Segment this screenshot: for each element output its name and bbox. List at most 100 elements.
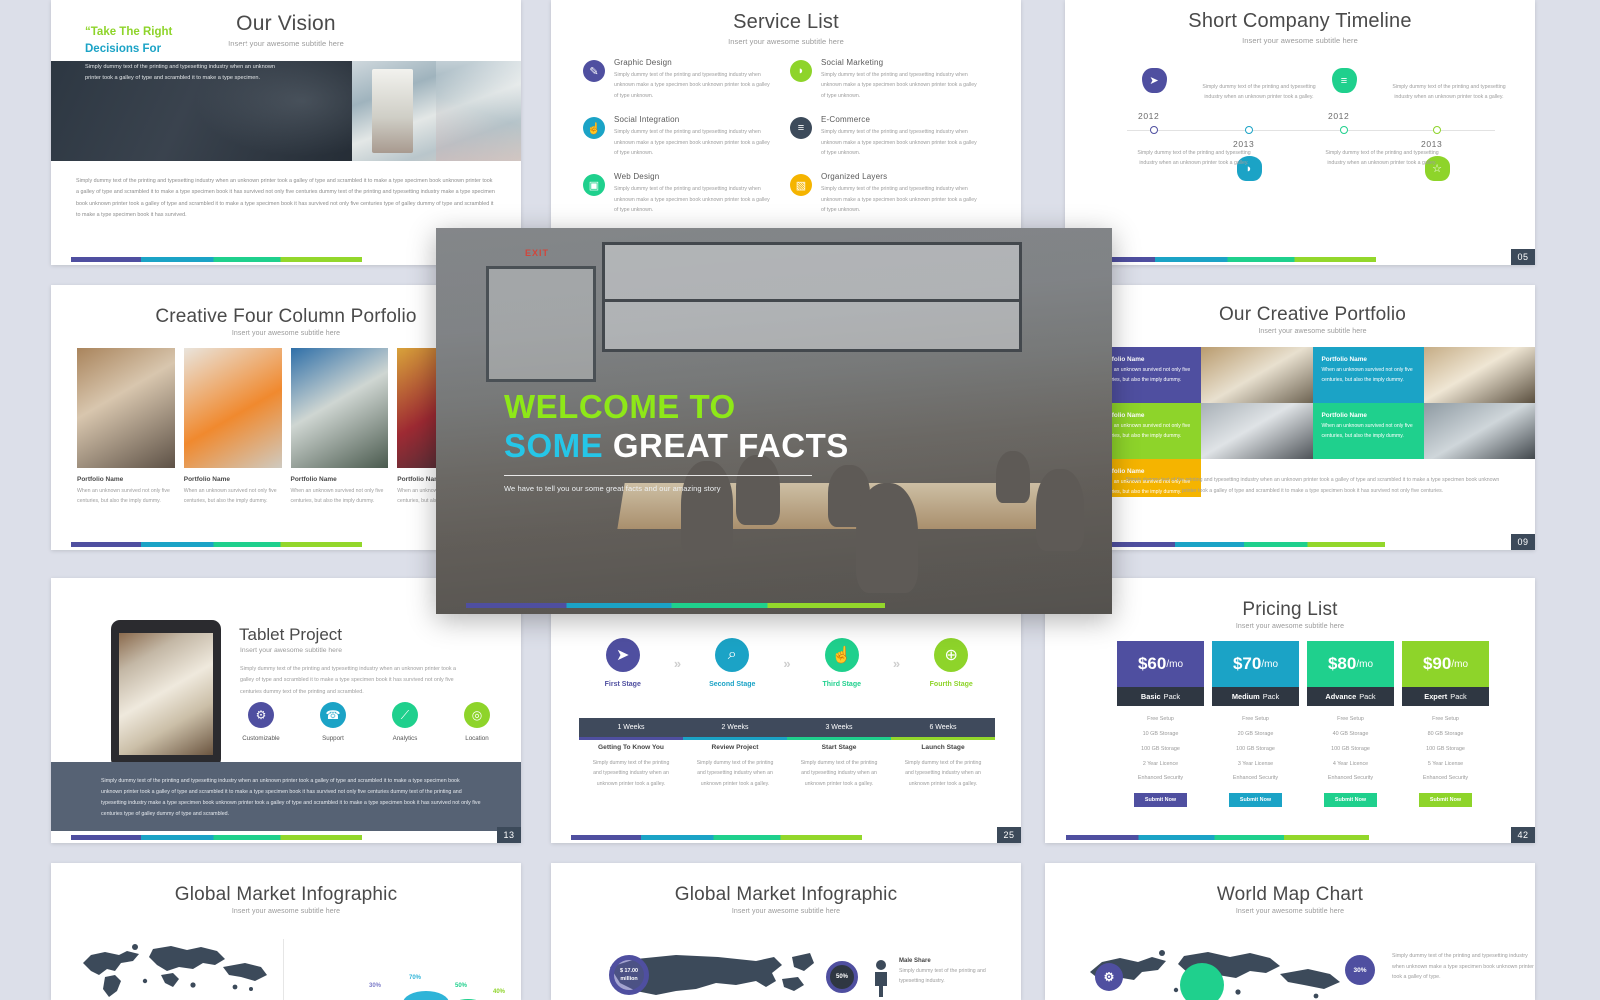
tablet-feature[interactable]: ☎ Support xyxy=(313,702,353,742)
pricing-feature: Enhanced Security xyxy=(1232,775,1279,782)
service-item-text: Simply dummy text of the printing and ty… xyxy=(821,186,977,214)
tablet-feature-list: ⚙ Customizable ☎ Support ⟋ Analytics ◎ Location xyxy=(241,702,497,742)
vision-quote: “Take The Right Decisions For Your Busin… xyxy=(85,24,290,83)
stage-caption: Review Project Simply dummy text of the p… xyxy=(683,744,787,789)
stage-item[interactable]: ⌕ Second Stage xyxy=(689,638,777,688)
portfolio-name: Portfolio Name xyxy=(77,476,124,483)
tablet-feature[interactable]: ⚙ Customizable xyxy=(241,702,281,742)
portfolio-text: When an unknown survived not only five c… xyxy=(1321,423,1413,439)
tablet-feature[interactable]: ◎ Location xyxy=(457,702,497,742)
pricing-feature: 20 GB Storage xyxy=(1237,730,1274,737)
stage-item[interactable]: ☝ Third Stage xyxy=(798,638,886,688)
page-subtitle: Insert your awesome subtitle here xyxy=(731,907,841,915)
male-share-title: Male Share xyxy=(899,958,931,964)
pricing-plan[interactable]: $60/mo Basic Pack Free Setup 10 GB Storage 1… xyxy=(1117,641,1204,808)
submit-now-button[interactable]: Submit Now xyxy=(1228,793,1283,808)
vision-quote-line2a: Decisions For xyxy=(85,42,165,55)
database-icon: ≡ xyxy=(790,117,812,140)
portfolio-text: When an unknown survived not only five c… xyxy=(1321,367,1413,383)
stage-label: Third Stage xyxy=(822,681,861,688)
page-title: Service List xyxy=(733,11,839,33)
vision-quote-body: Simply dummy text of the printing and ty… xyxy=(85,64,275,81)
overlay-headline-line2: SOME GREAT FACTS xyxy=(504,427,849,466)
hill-shape-70 xyxy=(403,991,449,1000)
vision-quote-line1: “Take The Right xyxy=(85,26,173,38)
overlay-divider-rule xyxy=(504,474,812,477)
gradient-bar xyxy=(570,835,863,840)
pricing-plan-name-bold: Advance xyxy=(1325,692,1357,701)
paper-plane-icon: ➤ xyxy=(605,638,640,672)
slide-short-company-timeline[interactable]: Short Company Timeline Insert your aweso… xyxy=(1065,0,1535,265)
service-item-title: Graphic Design xyxy=(614,58,672,67)
service-item[interactable]: ◗ Social Marketing Simply dummy text of th… xyxy=(790,58,997,101)
slide-service-list[interactable]: Service List Insert your awesome subtitl… xyxy=(551,0,1021,265)
stage-item[interactable]: ➤ First Stage xyxy=(579,638,667,688)
stage-caption-title: Launch Stage xyxy=(921,744,965,751)
slide-tablet-project[interactable]: Tablet Project Insert your awesome subti… xyxy=(51,578,521,843)
pricing-feature: 100 GB Storage xyxy=(1331,745,1370,752)
pricing-feature: 5 Year License xyxy=(1427,760,1464,767)
portfolio-tile-image[interactable] xyxy=(1423,347,1535,403)
pricing-feature: Enhanced Security xyxy=(1422,775,1469,782)
slide-our-vision[interactable]: Our Vision Insert your awesome subtitle … xyxy=(51,0,521,265)
slide-welcome-great-facts-overlay[interactable]: EXIT WELCOME TO SOME GREAT FACTS We have… xyxy=(436,228,1112,614)
percent-donut-30: 30% xyxy=(1345,955,1375,985)
stage-caption-text: Simply dummy text of the printing and ty… xyxy=(904,760,982,787)
gradient-bar xyxy=(1084,257,1377,262)
pricing-plan-name-bold: Medium xyxy=(1231,692,1260,701)
percent-label: 50% xyxy=(455,983,468,989)
tablet-feature[interactable]: ⟋ Analytics xyxy=(385,702,425,742)
pricing-columns: $60/mo Basic Pack Free Setup 10 GB Storage 1… xyxy=(1117,641,1489,808)
pricing-plan-name-bold: Basic xyxy=(1140,692,1161,701)
stage-caption-text: Simply dummy text of the printing and ty… xyxy=(696,760,774,787)
service-item[interactable]: ≡ E-Commerce Simply dummy text of the prin… xyxy=(790,115,997,158)
portfolio-image xyxy=(290,348,389,468)
stage-weeks-bar: 1 Weeks 2 Weeks 3 Weeks 6 Weeks xyxy=(579,718,995,737)
page-subtitle: Insert your awesome subtitle here xyxy=(1235,907,1345,915)
overlay-headline-line1: WELCOME TO xyxy=(504,388,736,425)
stage-weeks-cell: 2 Weeks xyxy=(721,724,749,731)
portfolio-tile-image[interactable] xyxy=(1423,403,1535,459)
slide-number-badge: 05 xyxy=(1511,249,1535,265)
portfolio-column[interactable]: Portfolio Name When an unknown survived n… xyxy=(77,348,175,506)
page-title: Global Market Infographic xyxy=(674,884,898,905)
pricing-feature: 40 GB Storage xyxy=(1332,730,1369,737)
submit-now-button[interactable]: Submit Now xyxy=(1133,793,1188,808)
pricing-feature: Free Setup xyxy=(1147,716,1174,722)
portfolio-name: Portfolio Name xyxy=(1099,412,1145,419)
service-item[interactable]: ▧ Organized Layers Simply dummy text of th… xyxy=(790,172,997,215)
page-title: Short Company Timeline xyxy=(1188,10,1412,32)
portfolio-column[interactable]: Portfolio Name When an unknown survived n… xyxy=(290,348,389,506)
submit-now-button[interactable]: Submit Now xyxy=(1323,793,1378,808)
slide-our-creative-portfolio[interactable]: Our Creative Portfolio Insert your aweso… xyxy=(1090,285,1535,550)
pricing-feature: Enhanced Security xyxy=(1327,775,1374,782)
timeline-text: Simply dummy text of the printing and ty… xyxy=(1202,84,1316,101)
slide-process-stages[interactable]: Insert your awesome subtitle here ➤First… xyxy=(551,578,1021,843)
service-item-title: Web Design xyxy=(614,172,660,182)
service-item[interactable]: ▣ Web Design Simply dummy text of the prin… xyxy=(583,172,790,215)
portfolio-tile-text[interactable]: Portfolio Name When an unknown survived n… xyxy=(1312,403,1424,459)
slide-global-market-infographic-2[interactable]: Global Market Infographic Insert your aw… xyxy=(551,863,1021,1000)
service-item[interactable]: ☝ Social Integration Simply dummy text of … xyxy=(583,115,790,158)
money-donut-badge: $ 17.00 million xyxy=(609,955,649,995)
overlay-headline-some: SOME xyxy=(504,426,604,464)
pricing-plan[interactable]: $70/mo Medium Pack Free Setup 20 GB Storage… xyxy=(1212,641,1299,808)
submit-now-button[interactable]: Submit Now xyxy=(1418,793,1473,808)
slide-global-market-infographic-1[interactable]: Global Market Infographic Insert your aw… xyxy=(51,863,521,1000)
portfolio-tile-image[interactable] xyxy=(1201,347,1313,403)
portfolio-column[interactable]: Portfolio Name When an unknown survived n… xyxy=(183,348,282,506)
gradient-bar xyxy=(70,257,363,262)
stage-item[interactable]: ⊕ Fourth Stage xyxy=(908,638,996,688)
pricing-plan[interactable]: $80/mo Advance Pack Free Setup 40 GB Storag… xyxy=(1307,641,1394,808)
portfolio-tile-text[interactable]: Portfolio Name When an unknown survived n… xyxy=(1312,347,1424,403)
gradient-bar xyxy=(1065,835,1370,840)
pricing-plan[interactable]: $90/mo Expert Pack Free Setup 80 GB Storage… xyxy=(1402,641,1489,808)
slide-pricing-list[interactable]: Pricing List Insert your awesome subtitl… xyxy=(1045,578,1535,843)
service-item[interactable]: ✎ Graphic Design Simply dummy text of the … xyxy=(583,58,790,101)
portfolio-text: When an unknown survived not only five c… xyxy=(183,488,277,505)
slide-number-badge: 25 xyxy=(997,827,1021,843)
stage-weeks-cell: 1 Weeks xyxy=(617,724,645,731)
slide-world-map-chart[interactable]: World Map Chart Insert your awesome subt… xyxy=(1045,863,1535,1000)
pricing-feature-list: Free Setup 10 GB Storage 100 GB Storage 2 Y… xyxy=(1117,706,1204,786)
portfolio-tile-image[interactable] xyxy=(1201,403,1313,459)
